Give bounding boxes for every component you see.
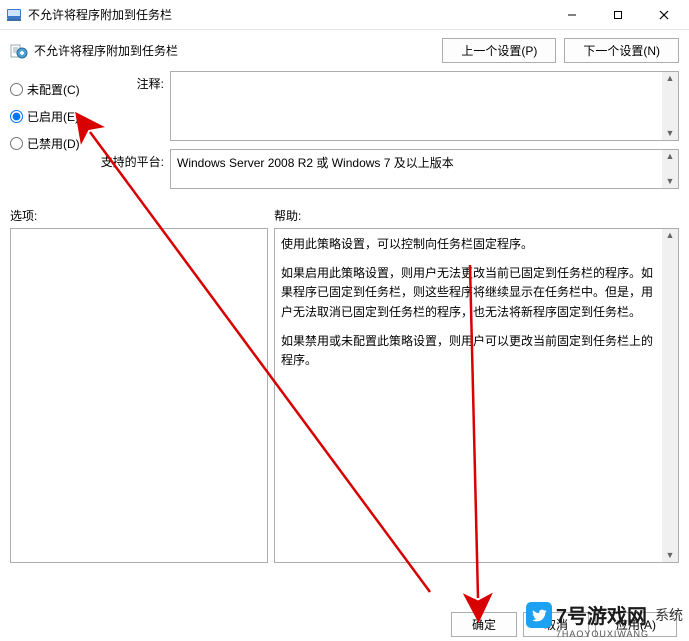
title-bar: 不允许将程序附加到任务栏 — [0, 0, 689, 30]
window-controls — [549, 0, 687, 30]
radio-disabled[interactable]: 已禁用(D) — [10, 135, 100, 152]
supported-platform-label: 支持的平台: — [100, 149, 170, 170]
prev-setting-button[interactable]: 上一个设置(P) — [442, 38, 556, 63]
platform-scrollbar[interactable]: ▲▼ — [662, 150, 678, 188]
setting-header: 不允许将程序附加到任务栏 上一个设置(P) 下一个设置(N) — [0, 30, 689, 67]
policy-icon — [10, 42, 28, 60]
radio-not-configured-input[interactable] — [10, 83, 23, 96]
app-icon — [6, 7, 22, 23]
radio-enabled[interactable]: 已启用(E) — [10, 108, 100, 125]
maximize-button[interactable] — [595, 0, 641, 30]
options-label: 选项: — [10, 207, 274, 224]
policy-name: 不允许将程序附加到任务栏 — [34, 42, 442, 59]
comment-scrollbar[interactable]: ▲▼ — [662, 72, 678, 140]
comment-box[interactable]: ▲▼ — [170, 71, 679, 141]
ok-button[interactable]: 确定 — [451, 612, 517, 637]
comment-text — [171, 72, 678, 140]
options-panel — [10, 228, 268, 563]
help-scrollbar[interactable]: ▲▼ — [662, 229, 678, 562]
dialog-buttons: 确定 取消 应用(A) — [451, 612, 677, 637]
state-radio-group: 未配置(C) 已启用(E) 已禁用(D) — [10, 71, 100, 189]
radio-enabled-label: 已启用(E) — [27, 108, 79, 125]
supported-platform-text: Windows Server 2008 R2 或 Windows 7 及以上版本 — [171, 150, 678, 188]
apply-button[interactable]: 应用(A) — [595, 612, 677, 637]
help-p2: 如果启用此策略设置，则用户无法更改当前已固定到任务栏的程序。如果程序已固定到任务… — [281, 264, 658, 322]
help-p1: 使用此策略设置，可以控制向任务栏固定程序。 — [281, 235, 658, 254]
radio-not-configured-label: 未配置(C) — [27, 81, 80, 98]
minimize-button[interactable] — [549, 0, 595, 30]
radio-disabled-input[interactable] — [10, 137, 23, 150]
radio-enabled-input[interactable] — [10, 110, 23, 123]
help-p3: 如果禁用或未配置此策略设置，则用户可以更改当前固定到任务栏上的程序。 — [281, 332, 658, 370]
next-setting-button[interactable]: 下一个设置(N) — [564, 38, 679, 63]
radio-disabled-label: 已禁用(D) — [27, 135, 80, 152]
help-panel: 使用此策略设置，可以控制向任务栏固定程序。 如果启用此策略设置，则用户无法更改当… — [274, 228, 679, 563]
window-title: 不允许将程序附加到任务栏 — [28, 6, 549, 23]
radio-not-configured[interactable]: 未配置(C) — [10, 81, 100, 98]
help-label: 帮助: — [274, 207, 679, 224]
supported-platform-box: Windows Server 2008 R2 或 Windows 7 及以上版本… — [170, 149, 679, 189]
comment-label: 注释: — [100, 71, 170, 92]
close-button[interactable] — [641, 0, 687, 30]
cancel-button[interactable]: 取消 — [523, 612, 589, 637]
